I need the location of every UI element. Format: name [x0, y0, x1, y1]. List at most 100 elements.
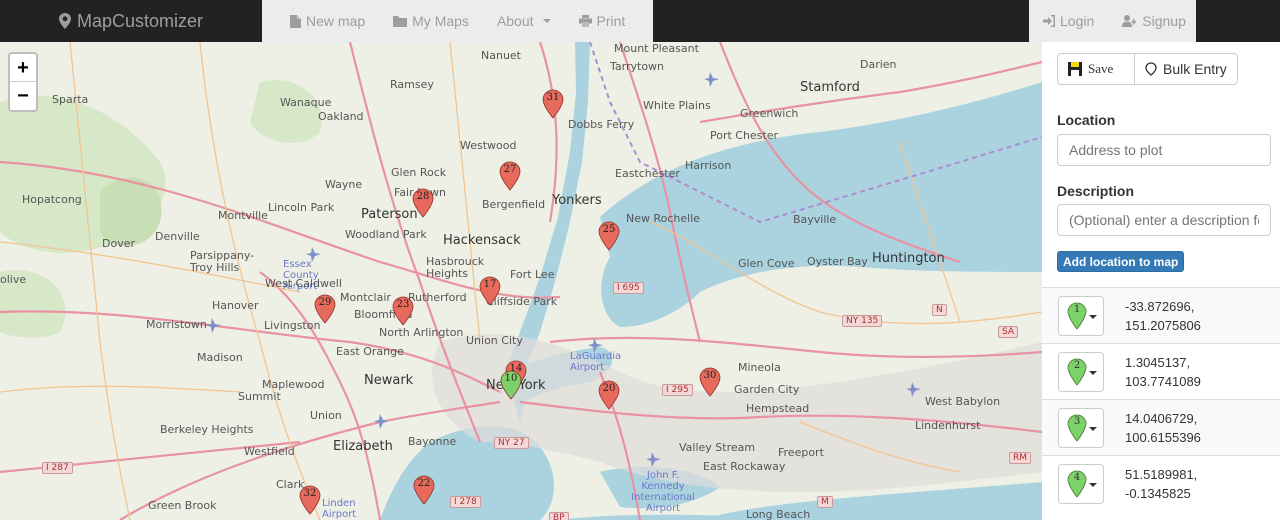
zoom-control: + −	[8, 52, 38, 112]
place-label: olive	[0, 273, 27, 286]
place-label: Greenwich	[740, 107, 799, 120]
place-label: Stamford	[800, 80, 860, 95]
marker-number: 28	[416, 191, 430, 202]
place-label: Lindenhurst	[915, 419, 981, 432]
coordinates: 14.0406729, 100.6155396	[1125, 409, 1201, 447]
marker-style-dropdown[interactable]: 2	[1058, 352, 1104, 392]
marker-number: 29	[318, 297, 332, 308]
zoom-in-button[interactable]: +	[10, 54, 36, 82]
place-label: Denville	[155, 230, 200, 243]
map-marker[interactable]: 10	[500, 370, 522, 400]
brand[interactable]: MapCustomizer	[0, 0, 262, 42]
nav-about[interactable]: About	[483, 0, 565, 42]
place-label: Newark	[364, 373, 414, 388]
place-label: Valley Stream	[679, 441, 756, 454]
bulk-entry-label: Bulk Entry	[1163, 61, 1227, 77]
nav-login[interactable]: Login	[1029, 0, 1108, 42]
nav-signup[interactable]: Signup	[1108, 0, 1200, 42]
marker-style-dropdown[interactable]: 1	[1058, 296, 1104, 336]
pin-number: 2	[1073, 360, 1081, 371]
map-marker[interactable]: 23	[392, 296, 414, 326]
place-label: Hempstead	[746, 402, 810, 415]
pin-number: 3	[1073, 416, 1081, 427]
place-label: Yonkers	[552, 193, 602, 208]
marker-style-dropdown[interactable]: 4	[1058, 464, 1104, 504]
marker-number: 25	[602, 224, 616, 235]
floppy-icon	[1068, 62, 1082, 76]
location-label: Location	[1057, 112, 1116, 128]
map-marker[interactable]: 28	[412, 188, 434, 218]
nav-print-label: Print	[596, 13, 626, 29]
user-plus-icon	[1122, 15, 1137, 27]
latitude: 14.0406729,	[1125, 411, 1198, 426]
place-label: Eastchester	[615, 167, 680, 180]
place-label: Mineola	[738, 361, 781, 374]
location-input[interactable]	[1057, 134, 1271, 166]
description-input[interactable]	[1057, 204, 1271, 236]
caret-down-icon	[542, 19, 551, 23]
nav-new-map-label: New map	[306, 13, 366, 29]
location-row: 2 1.3045137, 103.7741089	[1042, 343, 1280, 399]
map-marker[interactable]: 25	[598, 221, 620, 251]
map-marker[interactable]: 17	[479, 276, 501, 306]
map-marker[interactable]: 29	[314, 294, 336, 324]
location-row: 4 51.5189981, -0.1345825	[1042, 455, 1280, 511]
longitude: -0.1345825	[1125, 486, 1191, 501]
bulk-entry-button[interactable]: Bulk Entry	[1135, 53, 1238, 85]
place-label: Glen Rock	[391, 166, 447, 179]
place-label: Parsippany-Troy Hills	[190, 249, 255, 274]
map-canvas[interactable]: Sparta Wanaque Oakland Ramsey Nanuet Mou…	[0, 42, 1042, 520]
file-icon	[290, 14, 301, 28]
highway-shield: NY 135	[842, 315, 883, 327]
highway-shield: I 287	[42, 462, 73, 474]
place-label: Port Chester	[710, 129, 779, 142]
place-label: Hopatcong	[22, 193, 82, 206]
place-label: John F. Kennedy International Airport	[631, 470, 695, 514]
map-marker[interactable]: 27	[499, 161, 521, 191]
place-label: Woodland Park	[345, 228, 427, 241]
nav-left: New map My Maps About Print	[262, 0, 654, 42]
marker-style-dropdown[interactable]: 3	[1058, 408, 1104, 448]
coordinates: 1.3045137, 103.7741089	[1125, 353, 1201, 391]
highway-shield: RM	[1009, 452, 1032, 464]
marker-number: 30	[703, 370, 717, 381]
longitude: 151.2075806	[1125, 318, 1201, 333]
place-label: New Rochelle	[626, 212, 701, 225]
marker-number: 17	[483, 279, 497, 290]
save-button[interactable]: Save	[1057, 53, 1135, 85]
place-label: Westfield	[244, 445, 295, 458]
latitude: 1.3045137,	[1125, 355, 1191, 370]
map-marker[interactable]: 32	[299, 485, 321, 515]
nav-about-label: About	[496, 13, 534, 29]
place-label: Hackensack	[443, 233, 521, 248]
highway-shield: I 295	[662, 384, 693, 396]
nav-my-maps[interactable]: My Maps	[379, 0, 483, 42]
pin-number: 1	[1073, 304, 1081, 315]
place-label: Montville	[218, 209, 268, 222]
place-label: Mount Pleasant	[614, 42, 699, 55]
place-label: Union City	[466, 334, 523, 347]
brand-name: MapCustomizer	[76, 10, 204, 31]
toolbar-buttons: Save Bulk Entry	[1057, 53, 1238, 85]
place-label: Dobbs Ferry	[568, 118, 635, 131]
map-marker[interactable]: 22	[413, 475, 435, 505]
nav-print[interactable]: Print	[565, 0, 640, 42]
place-label: West Caldwell	[265, 277, 342, 290]
zoom-out-button[interactable]: −	[10, 82, 36, 110]
highway-shield: N	[932, 304, 947, 316]
longitude: 103.7741089	[1125, 374, 1201, 389]
place-label: Freeport	[778, 446, 824, 459]
map-marker[interactable]: 30	[699, 367, 721, 397]
map-marker[interactable]: 20	[598, 380, 620, 410]
place-label: Berkeley Heights	[160, 423, 254, 436]
marker-number: 32	[303, 488, 317, 499]
nav-new-map[interactable]: New map	[276, 0, 379, 42]
place-label: Montclair	[340, 291, 391, 304]
highway-shield: I 695	[613, 282, 644, 294]
highway-shield: SA	[998, 326, 1019, 338]
map-marker[interactable]: 31	[542, 89, 564, 119]
add-location-button[interactable]: Add location to map	[1057, 251, 1185, 272]
nav-right: Login Signup	[1029, 0, 1196, 42]
latitude: -33.872696,	[1125, 299, 1195, 314]
place-label: Tarrytown	[610, 60, 665, 73]
